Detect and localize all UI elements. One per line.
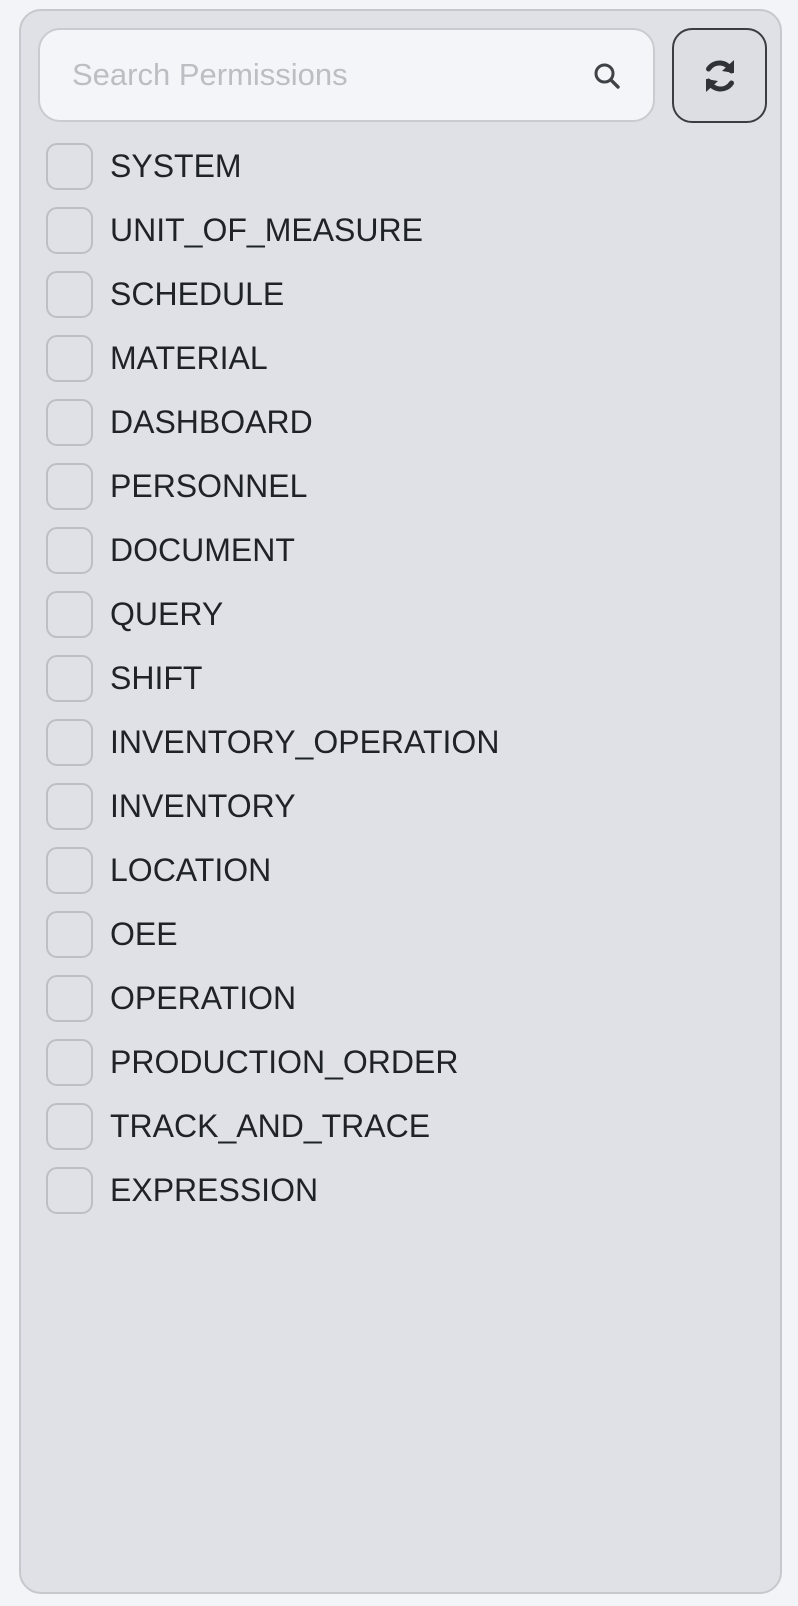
permission-checkbox[interactable] <box>46 911 93 958</box>
permission-checkbox[interactable] <box>46 1167 93 1214</box>
permission-item: INVENTORY_OPERATION <box>46 719 746 783</box>
permission-checkbox[interactable] <box>46 719 93 766</box>
permission-label: INVENTORY_OPERATION <box>110 724 500 760</box>
permission-item: INVENTORY <box>46 783 746 847</box>
permission-item: OPERATION <box>46 975 746 1039</box>
permission-checkbox[interactable] <box>46 463 93 510</box>
permission-item: PERSONNEL <box>46 463 746 527</box>
search-icon[interactable] <box>592 61 622 91</box>
permission-label: PERSONNEL <box>110 468 308 504</box>
permission-item: DASHBOARD <box>46 399 746 463</box>
permission-label: INVENTORY <box>110 788 296 824</box>
refresh-icon <box>701 57 739 95</box>
permission-checkbox[interactable] <box>46 143 93 190</box>
permission-checkbox[interactable] <box>46 527 93 574</box>
permission-label: DOCUMENT <box>110 532 295 568</box>
permission-item: SHIFT <box>46 655 746 719</box>
permission-checkbox[interactable] <box>46 591 93 638</box>
permission-checkbox[interactable] <box>46 1039 93 1086</box>
permission-item: TRACK_AND_TRACE <box>46 1103 746 1167</box>
permission-item: QUERY <box>46 591 746 655</box>
permission-item: LOCATION <box>46 847 746 911</box>
permission-label: DASHBOARD <box>110 404 313 440</box>
refresh-button[interactable] <box>672 28 767 123</box>
permission-label: OEE <box>110 916 178 952</box>
permission-checkbox[interactable] <box>46 783 93 830</box>
permission-checkbox[interactable] <box>46 1103 93 1150</box>
permission-checkbox[interactable] <box>46 335 93 382</box>
permission-item: DOCUMENT <box>46 527 746 591</box>
permission-label: MATERIAL <box>110 340 268 376</box>
permission-item: OEE <box>46 911 746 975</box>
permissions-list: SYSTEM UNIT_OF_MEASURE SCHEDULE MATERIAL DAS… <box>46 143 746 1231</box>
permission-item: SCHEDULE <box>46 271 746 335</box>
permission-label: SHIFT <box>110 660 203 696</box>
permission-item: UNIT_OF_MEASURE <box>46 207 746 271</box>
permission-checkbox[interactable] <box>46 975 93 1022</box>
permission-label: LOCATION <box>110 852 272 888</box>
permission-label: SYSTEM <box>110 148 242 184</box>
permission-label: OPERATION <box>110 980 297 1016</box>
permission-label: TRACK_AND_TRACE <box>110 1108 431 1144</box>
permission-label: PRODUCTION_ORDER <box>110 1044 459 1080</box>
permission-item: EXPRESSION <box>46 1167 746 1231</box>
permission-checkbox[interactable] <box>46 271 93 318</box>
permission-label: UNIT_OF_MEASURE <box>110 212 423 248</box>
search-box <box>38 28 655 122</box>
permission-item: MATERIAL <box>46 335 746 399</box>
permission-label: QUERY <box>110 596 224 632</box>
permission-item: PRODUCTION_ORDER <box>46 1039 746 1103</box>
permission-checkbox[interactable] <box>46 655 93 702</box>
permission-label: SCHEDULE <box>110 276 285 312</box>
permission-label: EXPRESSION <box>110 1172 319 1208</box>
permissions-panel: SYSTEM UNIT_OF_MEASURE SCHEDULE MATERIAL DAS… <box>19 9 782 1594</box>
search-input[interactable] <box>40 30 580 120</box>
permission-item: SYSTEM <box>46 143 746 207</box>
permission-checkbox[interactable] <box>46 847 93 894</box>
permission-checkbox[interactable] <box>46 207 93 254</box>
permission-checkbox[interactable] <box>46 399 93 446</box>
